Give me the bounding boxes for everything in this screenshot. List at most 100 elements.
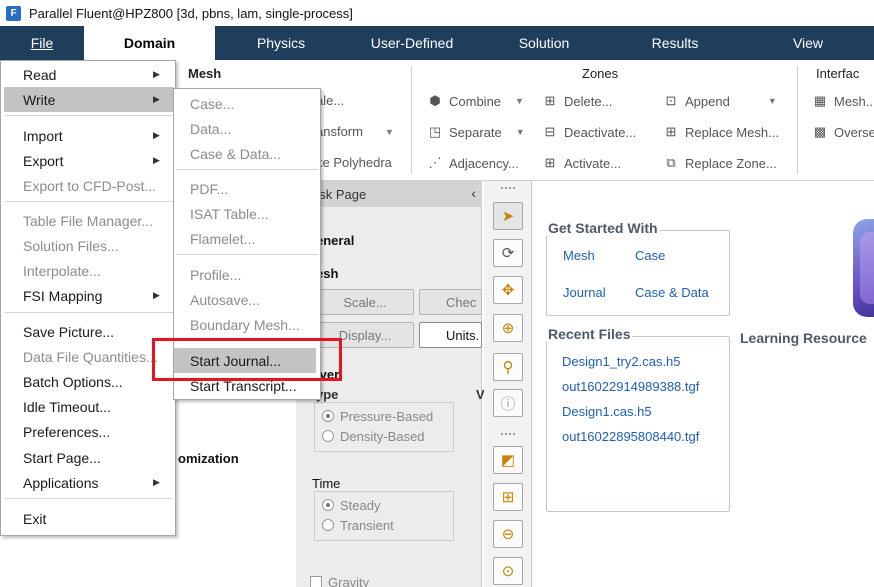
menu-item-batch-options[interactable]: Batch Options... xyxy=(1,369,175,394)
replace-zone-button[interactable]: ⧉ Replace Zone... xyxy=(662,155,776,171)
replace-mesh-button[interactable]: ⊞ Replace Mesh... xyxy=(662,124,779,140)
start-journal-highlight-box xyxy=(152,338,342,381)
collapse-chevron-icon[interactable]: ‹ xyxy=(471,185,476,201)
delete-zone-button[interactable]: ⊞ Delete... xyxy=(541,93,613,109)
adjacency-button[interactable]: ⋰ Adjacency... xyxy=(426,155,519,171)
menu-item-preferences[interactable]: Preferences... xyxy=(1,419,175,444)
recent-file-item[interactable]: Design1_try2.cas.h5 xyxy=(562,354,681,369)
menu-item-data-file-quantities[interactable]: Data File Quantities... xyxy=(1,344,175,369)
zoom-out-button[interactable]: ⊖ xyxy=(493,520,523,548)
tab-results[interactable]: Results xyxy=(635,26,715,60)
recent-file-item[interactable]: Design1.cas.h5 xyxy=(562,404,652,419)
separate-button[interactable]: ◳ Separate ▼ xyxy=(426,124,525,140)
separate-icon: ◳ xyxy=(428,124,442,139)
menu-item-idle-timeout[interactable]: Idle Timeout... xyxy=(1,394,175,419)
case-and-data-link[interactable]: Case & Data xyxy=(635,285,709,300)
submenu-arrow-icon: ▶ xyxy=(153,290,160,300)
general-heading: eneral xyxy=(316,233,355,248)
submenu-item-data[interactable]: Data... xyxy=(174,116,320,141)
make-polyhedra-ribbon-button[interactable]: ke Polyhedra xyxy=(316,155,392,170)
menu-item-import[interactable]: Import ▶ xyxy=(1,123,175,148)
window-title: Parallel Fluent@HPZ800 [3d, pbns, lam, s… xyxy=(29,5,353,21)
menu-item-export-to-cfd-post[interactable]: Export to CFD-Post... xyxy=(1,173,175,198)
mesh-group-title: Mesh xyxy=(188,66,222,81)
menu-item-start-page[interactable]: Start Page... xyxy=(1,445,175,470)
gravity-checkbox[interactable]: Gravity xyxy=(310,575,369,587)
zoom-box-icon: ⊞ xyxy=(501,489,515,506)
get-started-title: Get Started With xyxy=(546,220,660,236)
recent-file-item[interactable]: out16022914989388.tgf xyxy=(562,379,699,394)
submenu-arrow-icon: ▶ xyxy=(153,130,160,140)
submenu-item-case-and-data[interactable]: Case & Data... xyxy=(174,141,320,166)
rotate-tool-button[interactable]: ⟳ xyxy=(493,239,523,267)
deactivate-zone-button[interactable]: ⊟ Deactivate... xyxy=(541,124,637,140)
combine-button[interactable]: ⬢ Combine ▼ xyxy=(426,93,524,109)
menu-item-fsi-mapping[interactable]: FSI Mapping ▶ xyxy=(1,283,175,308)
toolbar-grip[interactable] xyxy=(501,433,515,437)
menu-item-solution-files[interactable]: Solution Files... xyxy=(1,233,175,258)
submenu-item-case[interactable]: Case... xyxy=(174,91,320,116)
menu-item-read[interactable]: Read ▶ xyxy=(1,62,175,87)
submenu-item-autosave[interactable]: Autosave... xyxy=(174,287,320,312)
journal-link[interactable]: Journal xyxy=(563,285,606,300)
activate-zone-button[interactable]: ⊞ Activate... xyxy=(541,155,622,171)
pressure-based-radio[interactable]: Pressure-Based xyxy=(322,409,433,424)
submenu-item-flamelet[interactable]: Flamelet... xyxy=(174,226,320,251)
append-button[interactable]: ⊡ Append ▼ xyxy=(662,93,777,109)
menu-item-write[interactable]: Write ▶ xyxy=(4,87,174,112)
probe-tool-button[interactable]: ⓘ xyxy=(493,389,523,417)
interface-mesh-icon: ▦ xyxy=(813,93,827,108)
overset-button[interactable]: ▩ Overse xyxy=(811,124,874,140)
tab-domain[interactable]: Domain xyxy=(84,26,215,60)
toolbar-grip[interactable] xyxy=(501,187,515,191)
menu-separator xyxy=(176,254,318,255)
tab-physics[interactable]: Physics xyxy=(236,26,326,60)
tab-view[interactable]: View xyxy=(778,26,838,60)
recent-file-item[interactable]: out16022895808440.tgf xyxy=(562,429,699,444)
submenu-item-pdf[interactable]: PDF... xyxy=(174,176,320,201)
zoom-previous-button[interactable]: ⊙ xyxy=(493,557,523,585)
menu-separator xyxy=(5,201,173,202)
zoom-to-area-button[interactable]: ⚲ xyxy=(493,353,523,381)
optimization-heading: omization xyxy=(178,451,239,466)
ribbon-tab-bar: File Domain Physics User-Defined Solutio… xyxy=(0,26,874,60)
menu-item-applications[interactable]: Applications ▶ xyxy=(1,470,175,495)
interfaces-group-title: Interfac xyxy=(816,66,860,81)
check-button[interactable]: Chec xyxy=(419,289,482,315)
pan-tool-button[interactable]: ✥ xyxy=(493,276,523,304)
mesh-link[interactable]: Mesh xyxy=(563,248,595,263)
submenu-item-isat-table[interactable]: ISAT Table... xyxy=(174,201,320,226)
menu-item-table-file-manager[interactable]: Table File Manager... xyxy=(1,208,175,233)
submenu-item-profile[interactable]: Profile... xyxy=(174,262,320,287)
menu-item-interpolate[interactable]: Interpolate... xyxy=(1,258,175,283)
menu-item-save-picture[interactable]: Save Picture... xyxy=(1,319,175,344)
ribbon-separator xyxy=(411,66,412,174)
units-button[interactable]: Units. xyxy=(419,322,482,348)
title-bar: F Parallel Fluent@HPZ800 [3d, pbns, lam,… xyxy=(0,0,874,26)
pointer-tool-button[interactable]: ➤ xyxy=(493,202,523,230)
tab-solution[interactable]: Solution xyxy=(500,26,588,60)
transient-radio[interactable]: Transient xyxy=(322,518,394,533)
menu-item-exit[interactable]: Exit xyxy=(1,506,175,531)
tab-user-defined[interactable]: User-Defined xyxy=(352,26,472,60)
magnifier-icon: ⚲ xyxy=(502,359,514,376)
submenu-item-boundary-mesh[interactable]: Boundary Mesh... xyxy=(174,312,320,337)
zoom-in-out-tool-button[interactable]: ⊕ xyxy=(493,314,523,342)
get-started-box xyxy=(546,230,730,316)
recent-files-title: Recent Files xyxy=(546,326,633,342)
submenu-arrow-icon: ▶ xyxy=(153,94,160,104)
interface-mesh-button[interactable]: ▦ Mesh... xyxy=(811,93,874,109)
menu-separator xyxy=(5,115,173,116)
case-link[interactable]: Case xyxy=(635,248,665,263)
scale-button[interactable]: Scale... xyxy=(316,289,414,315)
steady-radio[interactable]: Steady xyxy=(322,498,380,513)
fit-to-window-button[interactable]: ◩ xyxy=(493,446,523,474)
menu-item-export[interactable]: Export ▶ xyxy=(1,148,175,173)
transform-ribbon-button[interactable]: ansform ▼ xyxy=(316,124,394,139)
tab-file[interactable]: File xyxy=(0,26,84,60)
task-page-header: ask Page ‹ xyxy=(296,181,482,207)
replace-mesh-icon: ⊞ xyxy=(665,124,677,139)
zoom-box-button[interactable]: ⊞ xyxy=(493,483,523,511)
combine-icon: ⬢ xyxy=(429,93,441,108)
density-based-radio[interactable]: Density-Based xyxy=(322,429,425,444)
